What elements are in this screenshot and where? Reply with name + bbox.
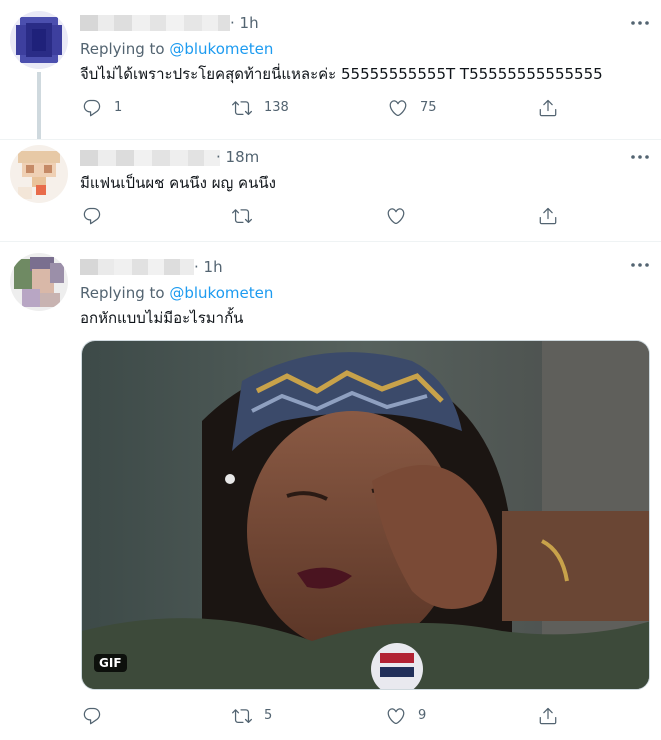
reply-bubble-icon: [83, 207, 101, 225]
gif-media[interactable]: GIF: [81, 340, 650, 690]
tweet-time[interactable]: · 18m: [216, 147, 259, 167]
tweet-text: มีแฟนเป็นผช คนนึง ผญ คนนึง: [80, 174, 276, 192]
gif-image: [82, 341, 649, 689]
replying-to-label: Replying to: [80, 40, 165, 58]
share-upload-icon: [539, 707, 557, 725]
more-dots-icon[interactable]: [630, 147, 650, 167]
reply-bubble-icon: [83, 99, 101, 117]
reply-button[interactable]: [82, 706, 102, 726]
replying-to-line: Replying to @blukometen: [80, 283, 273, 303]
avatar-image: [10, 145, 68, 203]
avatar[interactable]: [10, 145, 68, 203]
like-count: 75: [420, 100, 437, 115]
reply-count: 1: [114, 100, 123, 115]
retweet-count: 138: [264, 100, 289, 115]
retweet-count: 5: [264, 708, 273, 723]
tweet-time[interactable]: · 1h: [230, 13, 259, 33]
reply-button[interactable]: [82, 206, 102, 226]
tweet-time[interactable]: · 1h: [194, 257, 223, 277]
thread-line: [37, 72, 41, 140]
share-button[interactable]: [538, 706, 558, 726]
user-name-blurred[interactable]: [80, 149, 220, 167]
tweet-divider: [0, 139, 661, 140]
reply-bubble-icon: [83, 707, 101, 725]
share-upload-icon: [539, 99, 557, 117]
replying-to-line: Replying to @blukometen: [80, 39, 273, 59]
avatar[interactable]: [10, 253, 68, 311]
reply-handle-link[interactable]: @blukometen: [169, 284, 273, 302]
like-button[interactable]: [386, 206, 406, 226]
retweet-button[interactable]: 138: [232, 98, 289, 118]
like-button[interactable]: 9: [386, 706, 426, 726]
retweet-arrows-icon: [232, 209, 252, 224]
user-name-blurred[interactable]: [80, 258, 194, 276]
share-button[interactable]: [538, 98, 558, 118]
like-count: 9: [418, 708, 427, 723]
tweet-text: จีบไม่ได้เพราะประโยคสุดท้ายนี่แหละค่ะ 55…: [80, 65, 603, 83]
more-dots-icon[interactable]: [630, 255, 650, 275]
heart-icon: [389, 100, 407, 117]
like-button[interactable]: 75: [388, 98, 437, 118]
reply-handle-link[interactable]: @blukometen: [169, 40, 273, 58]
avatar-image: [10, 253, 68, 311]
retweet-arrows-icon: [232, 709, 252, 724]
retweet-arrows-icon: [232, 101, 252, 116]
heart-icon: [387, 208, 405, 225]
avatar-image: [10, 11, 68, 69]
share-upload-icon: [539, 207, 557, 225]
tweet-text: อกหักแบบไม่มีอะไรมากั้น: [80, 309, 244, 327]
retweet-button[interactable]: [232, 206, 252, 226]
gif-badge: GIF: [94, 654, 127, 672]
retweet-button[interactable]: 5: [232, 706, 272, 726]
tweet-divider: [0, 241, 661, 242]
user-name-blurred[interactable]: [80, 14, 230, 32]
replying-to-label: Replying to: [80, 284, 165, 302]
avatar[interactable]: [10, 11, 68, 69]
share-button[interactable]: [538, 206, 558, 226]
heart-icon: [387, 708, 405, 725]
reply-button[interactable]: 1: [82, 98, 122, 118]
more-dots-icon[interactable]: [630, 13, 650, 33]
